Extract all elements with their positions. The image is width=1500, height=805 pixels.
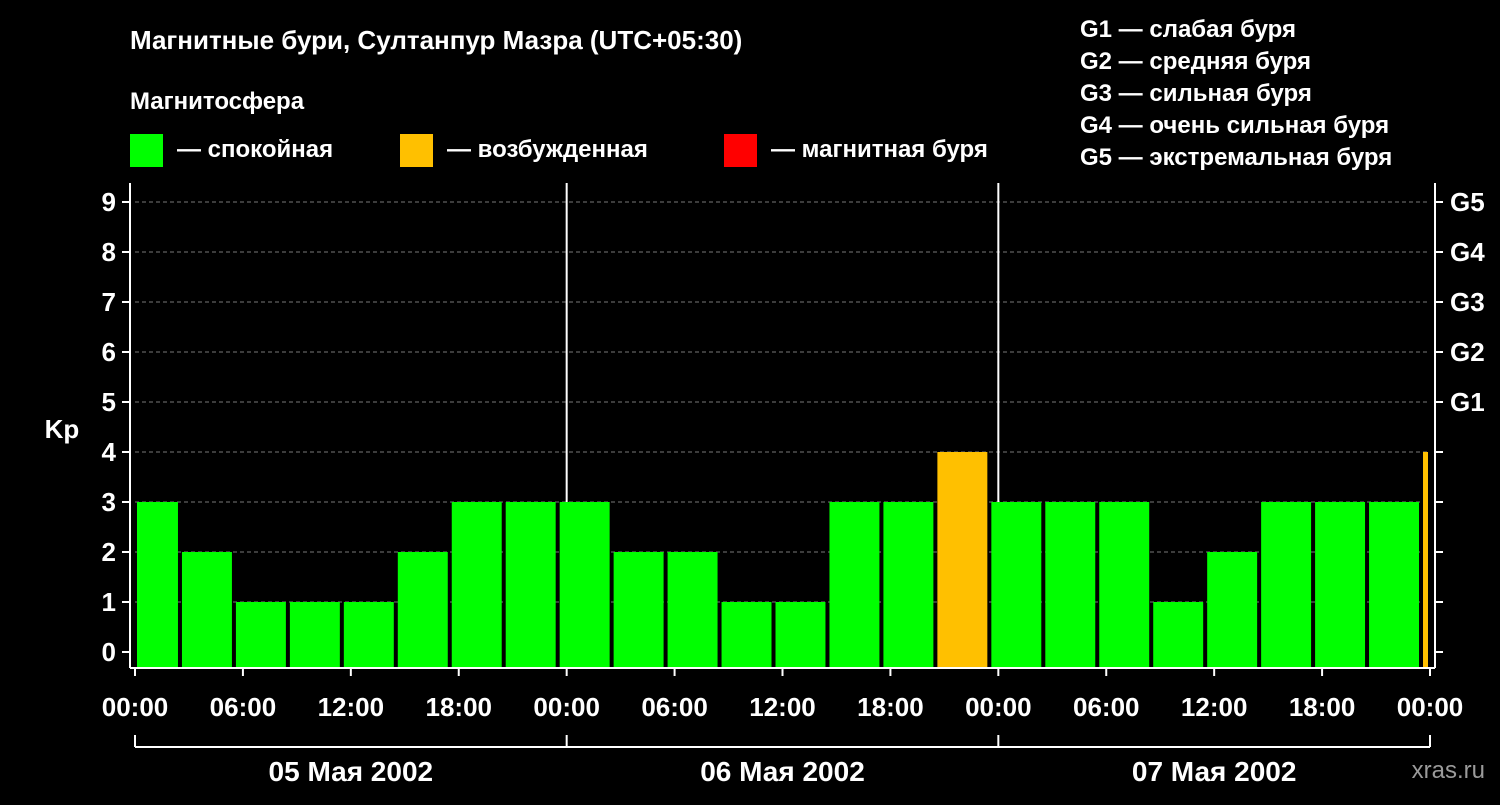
kp-bar [397,552,448,668]
legend-excited-swatch [400,134,433,167]
kp-bar [1261,502,1312,668]
kp-bar [505,502,556,668]
x-tick-label: 00:00 [965,692,1032,722]
y-tick-label: 5 [102,387,116,417]
date-label: 07 Мая 2002 [1132,756,1297,787]
legend-storm-swatch [724,134,757,167]
kp-bar [1153,602,1204,668]
legend-calm-swatch [130,134,163,167]
x-tick-label: 06:00 [210,692,277,722]
legend-calm-label: — спокойная [177,136,333,163]
x-tick-label: 00:00 [102,692,169,722]
kp-bar [1099,502,1150,668]
kp-bar [1207,552,1258,668]
kp-bar [289,602,340,668]
y-tick-label: 6 [102,337,116,367]
y-tick-label: 0 [102,637,116,667]
legend-excited-label: — возбужденная [447,136,648,163]
kp-bar [137,502,178,668]
kp-bar [235,602,286,668]
kp-bar [343,602,394,668]
date-label: 06 Мая 2002 [700,756,865,787]
g-scale-item: G2 — средняя буря [1080,48,1311,75]
kp-bar [883,502,934,668]
y-tick-label: 1 [102,587,116,617]
g-scale-item: G1 — слабая буря [1080,16,1296,43]
y-axis-label: Kp [45,414,80,444]
g-level-label: G1 [1450,387,1485,417]
x-tick-label: 00:00 [1397,692,1464,722]
g-level-label: G3 [1450,287,1485,317]
y-tick-label: 3 [102,487,116,517]
y-tick-label: 4 [102,437,117,467]
legend-calm: — спокойная [130,134,333,167]
y-tick-label: 8 [102,237,116,267]
y-tick-label: 7 [102,287,116,317]
kp-bar [1045,502,1096,668]
legend-heading: Магнитосфера [130,88,305,115]
watermark: xras.ru [1412,757,1485,784]
kp-bar [451,502,502,668]
g-level-label: G5 [1450,187,1485,217]
kp-bar [613,552,664,668]
kp-chart: Магнитные бури, Султанпур Мазра (UTC+05:… [0,0,1500,800]
kp-bar [829,502,880,668]
kp-bar [937,452,988,668]
x-tick-label: 12:00 [749,692,816,722]
x-tick-label: 12:00 [1181,692,1248,722]
x-tick-label: 06:00 [641,692,708,722]
kp-bar [775,602,826,668]
g-scale-item: G3 — сильная буря [1080,80,1312,107]
chart-title: Магнитные бури, Султанпур Мазра (UTC+05:… [130,25,742,55]
g-scale-item: G4 — очень сильная буря [1080,112,1389,139]
y-tick-label: 9 [102,187,116,217]
x-tick-label: 06:00 [1073,692,1140,722]
kp-bar [1423,452,1428,668]
g-level-label: G4 [1450,237,1485,267]
kp-bar [559,502,610,668]
x-tick-label: 12:00 [318,692,385,722]
kp-bar [1315,502,1366,668]
x-tick-label: 00:00 [533,692,600,722]
g-scale-item: G5 — экстремальная буря [1080,144,1392,171]
date-label: 05 Мая 2002 [269,756,434,787]
kp-bar [991,502,1042,668]
y-tick-label: 2 [102,537,116,567]
kp-bar [667,552,718,668]
x-tick-label: 18:00 [1289,692,1356,722]
g-level-label: G2 [1450,337,1485,367]
legend-storm-label: — магнитная буря [771,136,988,163]
kp-bar [721,602,772,668]
x-tick-label: 18:00 [426,692,493,722]
kp-bar [181,552,232,668]
kp-bar [1369,502,1420,668]
x-tick-label: 18:00 [857,692,924,722]
